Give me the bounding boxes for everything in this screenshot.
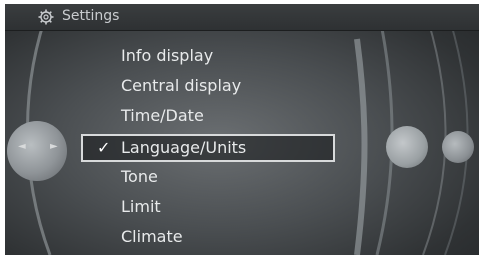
menu-item-label: Language/Units <box>121 138 247 157</box>
settings-menu: Info display Central display Time/Date ✓… <box>5 4 479 255</box>
menu-item-limit[interactable]: Limit <box>121 195 161 219</box>
menu-item-climate[interactable]: Climate <box>121 225 183 249</box>
menu-item-tone[interactable]: Tone <box>121 165 158 189</box>
menu-item-info-display[interactable]: Info display <box>121 44 213 68</box>
checkmark-icon: ✓ <box>97 138 111 157</box>
menu-item-language-units[interactable]: ✓ Language/Units <box>81 134 335 162</box>
menu-item-time-date[interactable]: Time/Date <box>121 104 204 128</box>
idrive-screen: Settings ◄ ► Info display Central displa… <box>5 4 479 255</box>
menu-item-central-display[interactable]: Central display <box>121 74 241 98</box>
